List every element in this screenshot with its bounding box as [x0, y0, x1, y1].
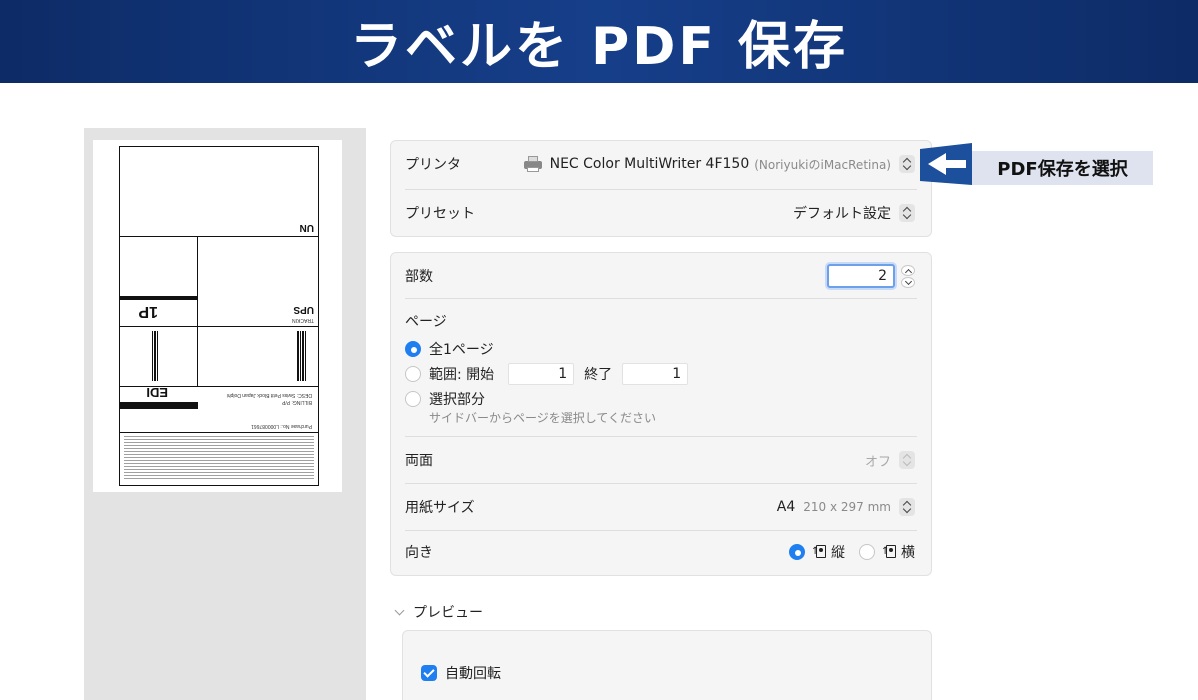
pages-range-option[interactable]: 範囲: 開始 1 終了 1 — [405, 363, 689, 385]
preview-disclosure[interactable]: プレビュー — [394, 602, 483, 622]
preview-label: プレビュー — [413, 605, 483, 621]
printer-host: (NoriyukiのiMacRetina) — [754, 157, 891, 172]
preview-sidebar: Purchase No.: L000087661 BILLING: P/P DE… — [84, 128, 366, 700]
chevron-down-icon — [394, 605, 405, 615]
preset-stepper-icon[interactable] — [899, 204, 915, 222]
landscape-radio[interactable] — [859, 544, 875, 560]
printer-row: プリンタ NEC Color MultiWriter 4F150 (Noriyu… — [391, 141, 931, 187]
paper-size: A4 — [776, 499, 796, 515]
portrait-label: 縦 — [831, 545, 845, 561]
label-edi: EDI — [146, 385, 168, 400]
paper-label: 用紙サイズ — [405, 500, 475, 516]
label-ups: UPS — [293, 304, 314, 315]
range-end-field[interactable]: 1 — [622, 363, 689, 385]
label-purchase-no: Purchase No.: L000087661 — [251, 423, 312, 429]
auto-rotate-label: 自動回転 — [445, 666, 501, 682]
duplex-label: 両面 — [405, 453, 433, 469]
printer-name: NEC Color MultiWriter 4F150 — [549, 156, 750, 172]
pages-all-option[interactable]: 全1ページ — [405, 339, 494, 359]
paper-dims: 210 x 297 mm — [803, 500, 891, 514]
copies-input[interactable]: 2 — [827, 264, 895, 288]
label-billing: BILLING: P/P — [281, 399, 312, 405]
pages-range-radio[interactable] — [405, 366, 421, 382]
pages-selection-radio[interactable] — [405, 391, 421, 407]
page-thumbnail[interactable]: Purchase No.: L000087661 BILLING: P/P DE… — [93, 140, 342, 492]
preset-value: デフォルト設定 — [793, 206, 891, 222]
preview-panel: 自動回転 — [402, 630, 932, 700]
landscape-label: 横 — [901, 545, 915, 561]
preset-select[interactable]: デフォルト設定 — [793, 190, 915, 236]
copies-row: 部数 2 — [391, 253, 931, 299]
callout-arrow-icon — [920, 143, 972, 185]
preset-row: プリセット デフォルト設定 — [391, 190, 931, 236]
orientation-label: 向き — [405, 545, 433, 561]
copies-down-icon[interactable] — [901, 276, 915, 288]
preset-label: プリセット — [405, 206, 475, 222]
printer-label: プリンタ — [405, 157, 461, 173]
callout-label: PDF保存を選択 — [972, 151, 1153, 185]
paper-row: 用紙サイズ A4 210 x 297 mm — [391, 484, 931, 530]
print-options-panel: 部数 2 ページ 全1ページ 範囲: 開始 1 終了 1 選択部分 サイドバーか… — [390, 252, 932, 576]
auto-rotate-option[interactable]: 自動回転 — [421, 663, 501, 683]
pages-selection-hint: サイドバーからページを選択してください — [429, 411, 657, 425]
paper-select[interactable]: A4 210 x 297 mm — [777, 484, 915, 530]
duplex-stepper-icon — [899, 451, 915, 469]
pages-range-label: 範囲: 開始 — [429, 367, 495, 383]
pages-title: ページ — [405, 314, 447, 330]
range-end-label: 終了 — [584, 367, 613, 383]
portrait-radio[interactable] — [789, 544, 805, 560]
portrait-icon: ↑ — [811, 545, 827, 559]
pages-all-label: 全1ページ — [429, 342, 494, 358]
label-1p: 1P — [138, 303, 158, 320]
auto-rotate-checkbox[interactable] — [421, 665, 437, 681]
pages-selection-label: 選択部分 — [429, 392, 485, 408]
copies-up-icon[interactable] — [901, 264, 915, 276]
printer-icon — [523, 156, 542, 172]
label-desc: DESC: Swiss Petit Block Japan Dolphi — [226, 392, 312, 398]
orientation-control: ↑ 縦 ↑ 横 — [789, 529, 915, 575]
shipping-label: Purchase No.: L000087661 BILLING: P/P DE… — [119, 146, 319, 486]
pages-selection-option[interactable]: 選択部分 — [405, 389, 485, 409]
orientation-row: 向き ↑ 縦 ↑ 横 — [391, 529, 931, 575]
label-un: UN — [299, 222, 314, 233]
duplex-value: オフ — [864, 454, 891, 470]
range-start-field[interactable]: 1 — [508, 363, 575, 385]
paper-stepper-icon[interactable] — [899, 498, 915, 516]
copies-label: 部数 — [405, 269, 433, 285]
landscape-icon: ↑ — [881, 545, 897, 559]
printer-select[interactable]: NEC Color MultiWriter 4F150 (NoriyukiのiM… — [523, 141, 915, 187]
label-tracking: TRACKIN — [292, 317, 314, 323]
printer-panel: プリンタ NEC Color MultiWriter 4F150 (Noriyu… — [390, 140, 932, 237]
pages-all-radio[interactable] — [405, 341, 421, 357]
printer-stepper-icon[interactable] — [899, 155, 915, 173]
copies-control: 2 — [827, 253, 915, 299]
fine-print — [124, 435, 314, 481]
duplex-select: オフ — [865, 437, 915, 483]
banner-title: ラベルを PDF 保存 — [349, 17, 848, 77]
duplex-row: 両面 オフ — [391, 437, 931, 483]
copies-stepper[interactable] — [901, 264, 915, 288]
title-banner: ラベルを PDF 保存 — [0, 0, 1198, 83]
